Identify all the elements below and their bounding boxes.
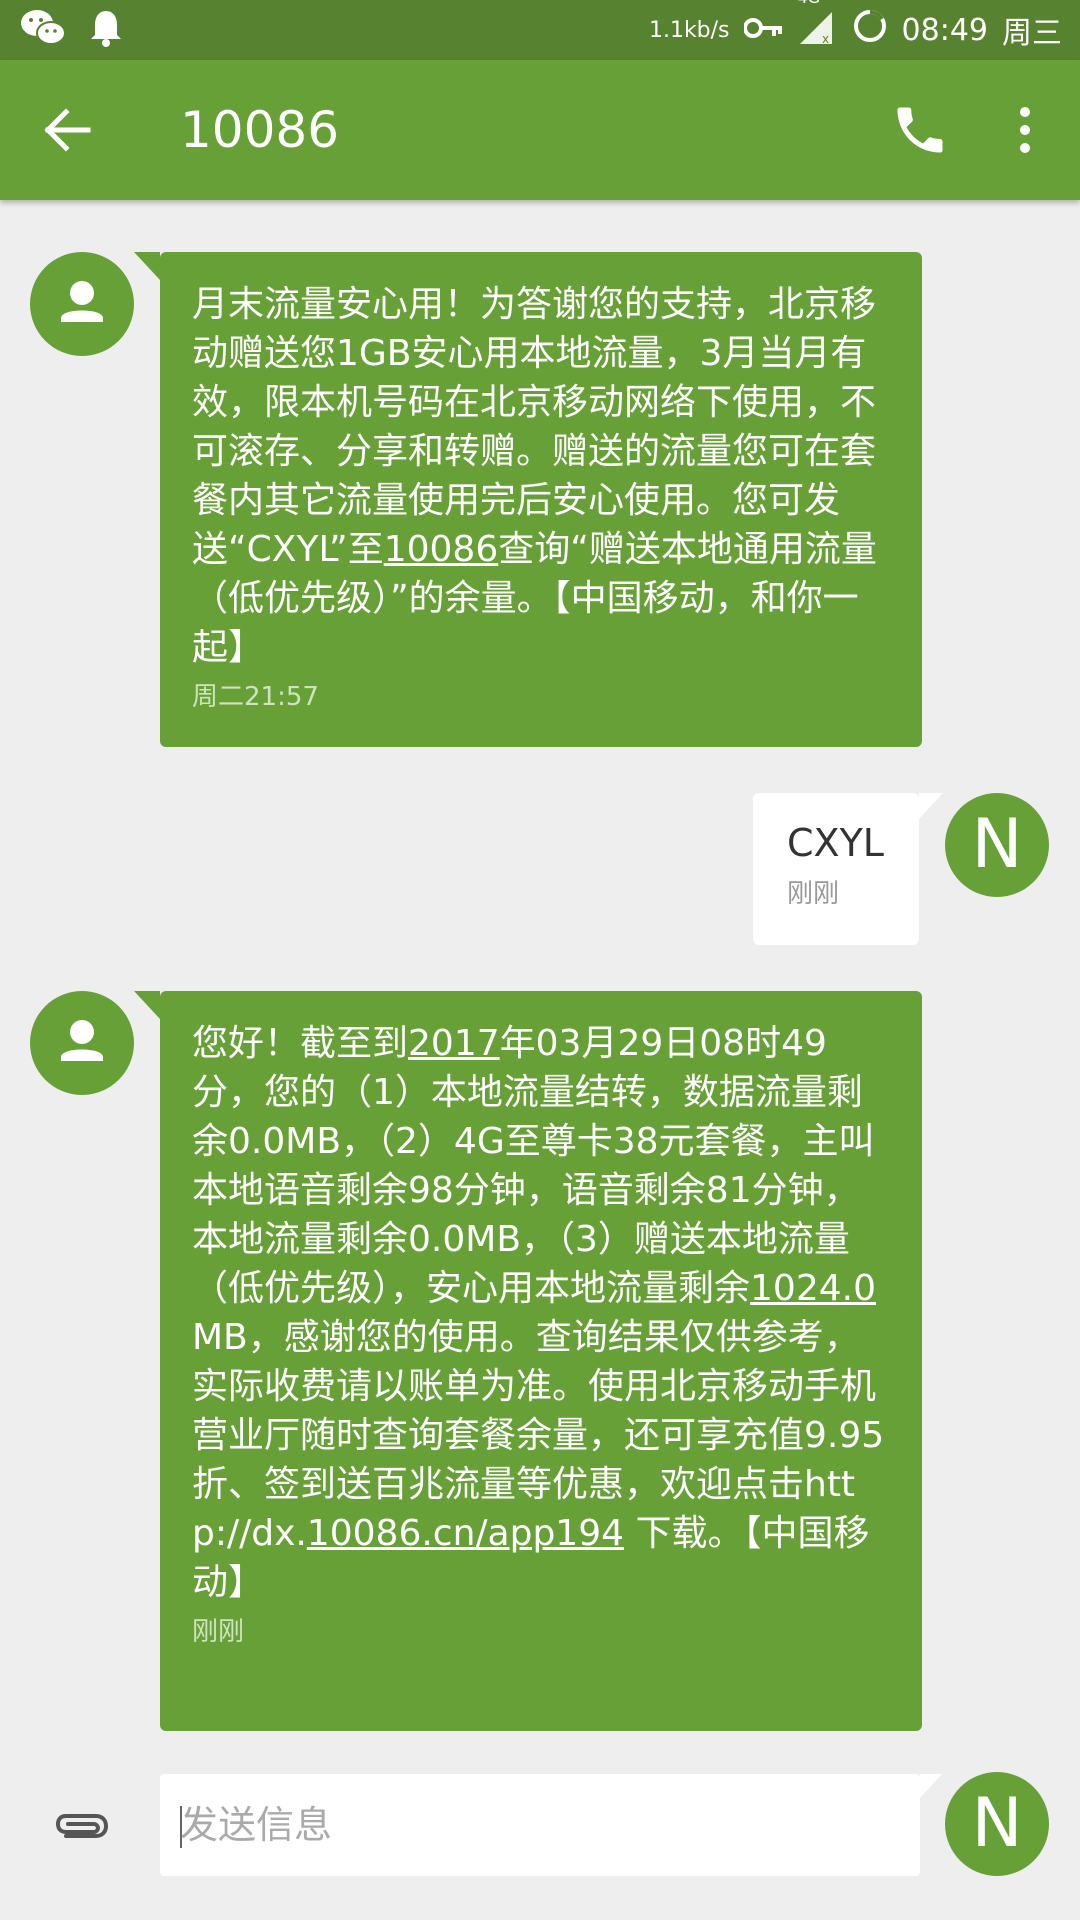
net-speed: 1.1kb/s [648, 17, 730, 43]
message-text-part: 您好！截至到 [192, 1023, 409, 1064]
phone-icon [897, 107, 943, 153]
attach-icon [55, 1814, 109, 1838]
message-timestamp: 刚刚 [787, 879, 840, 909]
more-vert-icon [1020, 107, 1030, 153]
url-link[interactable]: 10086.cn/app194 [307, 1513, 624, 1554]
my-avatar[interactable]: N [945, 793, 1049, 897]
compose-box[interactable] [160, 1774, 942, 1876]
clock: 08:49 [901, 12, 988, 48]
bell-icon [88, 8, 124, 52]
network-type: 4G x [798, 0, 838, 50]
message-text-part: 月末流量安心用！为答谢您的支持，北京移动赠送您1GB安心用本地流量，3月当月有效… [192, 284, 877, 570]
message-bubble-incoming[interactable]: 您好！截至到2017年03月29日08时49分，您的（1）本地流量结转，数据流量… [134, 991, 922, 1731]
back-arrow-icon [44, 108, 91, 152]
svg-text:x: x [822, 32, 829, 46]
wechat-icon [20, 8, 66, 52]
attach-button[interactable] [50, 1800, 112, 1850]
message-input[interactable] [180, 1774, 880, 1876]
back-button[interactable] [40, 100, 100, 160]
message-bubble-incoming[interactable]: 月末流量安心用！为答谢您的支持，北京移动赠送您1GB安心用本地流量，3月当月有效… [134, 252, 922, 747]
app-bar: 10086 [0, 60, 1080, 200]
message-bubble-outgoing[interactable]: CXYL 刚刚 [753, 793, 943, 945]
key-icon [742, 13, 784, 48]
message-text: CXYL [787, 821, 884, 865]
send-avatar-button[interactable]: N [945, 1772, 1049, 1876]
signal-icon: x [799, 12, 832, 46]
contact-avatar[interactable] [30, 252, 134, 356]
number-link[interactable]: 1024.0 [750, 1268, 876, 1309]
person-icon [61, 1020, 103, 1061]
phone-number-link[interactable]: 10086 [384, 529, 499, 570]
message-text: 您好！截至到2017年03月29日08时49分，您的（1）本地流量结转，数据流量… [192, 1019, 892, 1607]
status-left [20, 8, 124, 52]
text-caret [180, 1806, 182, 1848]
status-bar: 1.1kb/s 4G x 08:49 周三 [0, 0, 1080, 60]
battery-icon [852, 8, 888, 52]
network-label: 4G [798, 0, 821, 7]
status-right: 1.1kb/s 4G x 08:49 周三 [649, 0, 1062, 60]
message-text-part: 年03月29日08时49分，您的（1）本地流量结转，数据流量剩余0.0MB，（2… [192, 1023, 875, 1309]
person-icon [61, 281, 103, 322]
weekday: 周三 [1002, 16, 1062, 51]
message-timestamp: 周二21:57 [192, 682, 319, 712]
contact-avatar[interactable] [30, 991, 134, 1095]
message-text: 月末流量安心用！为答谢您的支持，北京移动赠送您1GB安心用本地流量，3月当月有效… [192, 280, 892, 672]
date-link[interactable]: 2017 [408, 1023, 500, 1064]
more-options-button[interactable] [1000, 100, 1050, 160]
call-button[interactable] [890, 100, 950, 160]
message-timestamp: 刚刚 [192, 1617, 245, 1647]
conversation-title: 10086 [180, 101, 340, 159]
